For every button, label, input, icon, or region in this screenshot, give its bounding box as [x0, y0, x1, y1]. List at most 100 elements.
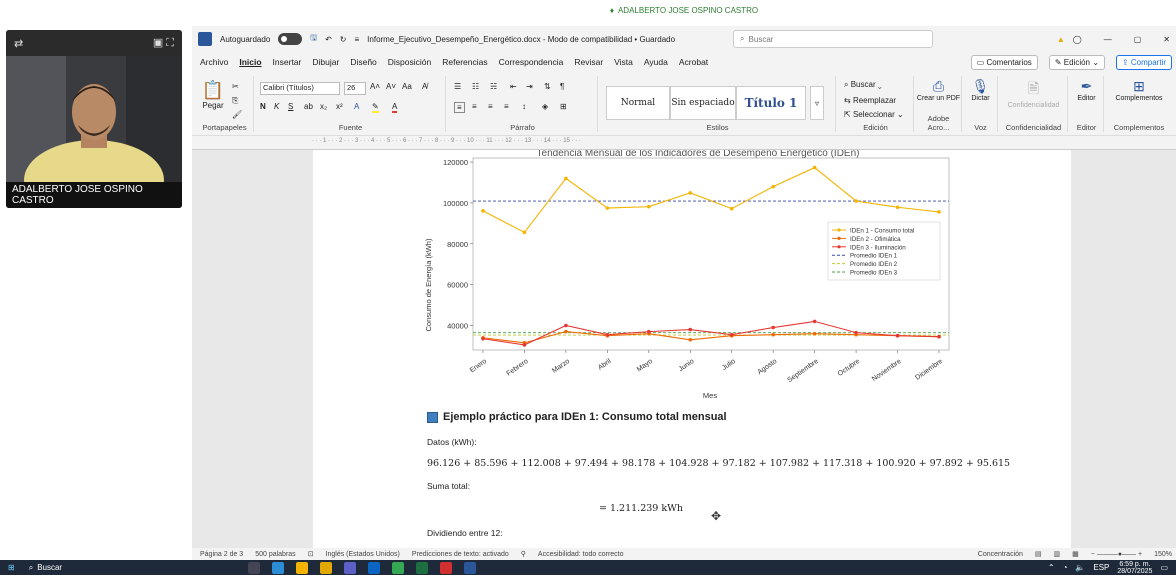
copy-icon[interactable]: ⎘	[232, 96, 238, 106]
read-mode-icon[interactable]: ▥	[1054, 550, 1061, 558]
create-pdf-button[interactable]: ⎙ Crear un PDF	[916, 78, 961, 102]
tab-diseno[interactable]: Diseño	[350, 57, 376, 67]
tab-disposicion[interactable]: Disposición	[388, 57, 431, 67]
underline-button[interactable]: S	[288, 102, 293, 111]
style-heading-1[interactable]: Título 1	[736, 86, 806, 120]
confidentiality-button[interactable]: 🗎 Confidencialidad	[1000, 78, 1067, 109]
change-case-icon[interactable]: Aa	[402, 82, 412, 91]
notifications-icon[interactable]: ▭	[1160, 563, 1168, 572]
bullets-icon[interactable]: ☰	[454, 82, 461, 91]
align-left-icon[interactable]: ≡	[454, 102, 465, 113]
format-painter-icon[interactable]: 🖌	[232, 110, 242, 119]
tab-archivo[interactable]: Archivo	[200, 57, 228, 67]
accessibility-icon[interactable]: ⚲	[521, 550, 526, 558]
cut-icon[interactable]: ✂	[232, 82, 239, 91]
edge-icon[interactable]	[272, 561, 285, 574]
addins-button[interactable]: ⊞ Complementos	[1106, 78, 1172, 102]
chrome-icon[interactable]	[392, 561, 405, 574]
text-effects-icon[interactable]: A	[354, 102, 359, 111]
highlight-icon[interactable]: ✎	[372, 102, 379, 113]
document-title[interactable]: Informe_Ejecutivo_Desempeño_Energético.d…	[367, 35, 675, 44]
tab-vista[interactable]: Vista	[614, 57, 633, 67]
grow-font-icon[interactable]: A˄	[370, 82, 380, 91]
tab-dibujar[interactable]: Dibujar	[312, 57, 339, 67]
tab-acrobat[interactable]: Acrobat	[679, 57, 708, 67]
warning-icon[interactable]: ▲	[1057, 35, 1065, 44]
comments-button[interactable]: ▭ Comentarios	[970, 54, 1038, 70]
select-button[interactable]: ⇱ Seleccionar ⌄	[844, 110, 904, 119]
shrink-font-icon[interactable]: A˅	[386, 82, 396, 91]
sort-icon[interactable]: ⇅	[544, 82, 551, 91]
taskbar-search[interactable]: ⌕ Buscar	[29, 563, 62, 573]
volume-icon[interactable]: 🔈	[1075, 563, 1085, 572]
styles-scroll-icon[interactable]: ▿	[810, 86, 824, 120]
zoom-slider[interactable]: − ———●—— +	[1091, 551, 1142, 558]
font-color-icon[interactable]: A	[392, 102, 398, 113]
zoom-level[interactable]: 150%	[1154, 551, 1172, 558]
italic-button[interactable]: K	[274, 102, 279, 111]
borders-icon[interactable]: ⊞	[560, 102, 567, 111]
text-predictions[interactable]: Predicciones de texto: activado	[412, 551, 509, 558]
style-no-spacing[interactable]: Sin espaciado	[670, 86, 736, 120]
focus-mode[interactable]: Concentración	[978, 551, 1023, 558]
print-layout-icon[interactable]: ▤	[1035, 550, 1042, 558]
justify-icon[interactable]: ≡	[504, 102, 509, 111]
increase-indent-icon[interactable]: ⇥	[526, 82, 533, 91]
strikethrough-button[interactable]: ab	[304, 102, 313, 111]
tab-ayuda[interactable]: Ayuda	[644, 57, 668, 67]
numbering-icon[interactable]: ☷	[472, 82, 479, 91]
participant-video-tile[interactable]: ⇄ ▣ ⛶ ADALBERTO JOSE OSPINO CASTRO	[6, 30, 182, 208]
accessibility-status[interactable]: Accesibilidad: todo correcto	[538, 551, 624, 558]
show-marks-icon[interactable]: ¶	[560, 82, 564, 91]
explorer-icon[interactable]	[320, 561, 333, 574]
page-indicator[interactable]: Página 2 de 3	[200, 551, 243, 558]
restore-icon[interactable]: ▢	[1134, 35, 1142, 44]
web-layout-icon[interactable]: ▦	[1072, 550, 1079, 558]
editor-button[interactable]: ✒ Editor	[1070, 78, 1103, 102]
horizontal-ruler[interactable]: · · · 1 · · · 2 · · · 3 · · · 4 · · · 5 …	[192, 136, 1176, 150]
redo-icon[interactable]: ↻	[340, 35, 347, 44]
tab-inicio[interactable]: Inicio	[239, 57, 261, 67]
find-button[interactable]: ⌕ Buscar ⌄	[844, 80, 882, 90]
start-icon[interactable]: ⊞	[8, 563, 15, 572]
task-view-icon[interactable]	[248, 561, 261, 574]
multilevel-list-icon[interactable]: ☵	[490, 82, 497, 91]
word-icon[interactable]	[464, 561, 477, 574]
tab-insertar[interactable]: Insertar	[273, 57, 302, 67]
bold-button[interactable]: N	[260, 102, 266, 111]
editing-mode-button[interactable]: ✎ Edición ⌄	[1048, 54, 1105, 70]
tab-referencias[interactable]: Referencias	[442, 57, 487, 67]
shading-icon[interactable]: ◈	[542, 102, 548, 111]
font-name-select[interactable]: Calibri (Títulos)	[260, 82, 340, 95]
minimize-icon[interactable]: —	[1104, 35, 1112, 44]
clock[interactable]: 6:59 p. m. 28/07/2025	[1117, 561, 1152, 575]
line-spacing-icon[interactable]: ↕	[522, 102, 526, 111]
superscript-button[interactable]: x²	[336, 102, 343, 111]
autosave-toggle[interactable]	[278, 33, 303, 45]
align-center-icon[interactable]: ≡	[472, 102, 477, 111]
replace-button[interactable]: ⇆ Reemplazar	[844, 96, 896, 105]
style-normal[interactable]: Normal	[606, 86, 670, 120]
search-box[interactable]: ⌕ Buscar	[733, 30, 934, 48]
decrease-indent-icon[interactable]: ⇤	[510, 82, 517, 91]
tab-correspondencia[interactable]: Correspondencia	[499, 57, 564, 67]
outlook-icon[interactable]	[368, 561, 381, 574]
close-icon[interactable]: ✕	[1163, 35, 1170, 44]
wifi-icon[interactable]: ◔	[1063, 563, 1068, 572]
acrobat-icon[interactable]	[440, 561, 453, 574]
dictate-button[interactable]: 🎙 Dictar	[964, 78, 997, 102]
word-count[interactable]: 500 palabras	[255, 551, 295, 558]
teams-icon[interactable]	[344, 561, 357, 574]
subscript-button[interactable]: x₂	[320, 102, 327, 111]
undo-icon[interactable]: ↶	[325, 35, 332, 44]
store-icon[interactable]	[296, 561, 309, 574]
account-icon[interactable]: ◯	[1073, 35, 1082, 44]
spelling-icon[interactable]: ⊡	[308, 550, 314, 558]
customize-qat-icon[interactable]: ≡	[355, 35, 360, 44]
font-size-select[interactable]: 26	[344, 82, 366, 95]
document-page[interactable]: Tendencia Mensual de los Indicadores de …	[313, 150, 1071, 548]
align-right-icon[interactable]: ≡	[488, 102, 493, 111]
paste-button[interactable]: 📋 Pegar	[200, 80, 226, 110]
tray-chevron-icon[interactable]: ⌃	[1048, 563, 1055, 572]
clear-format-icon[interactable]: A̸	[422, 82, 427, 91]
